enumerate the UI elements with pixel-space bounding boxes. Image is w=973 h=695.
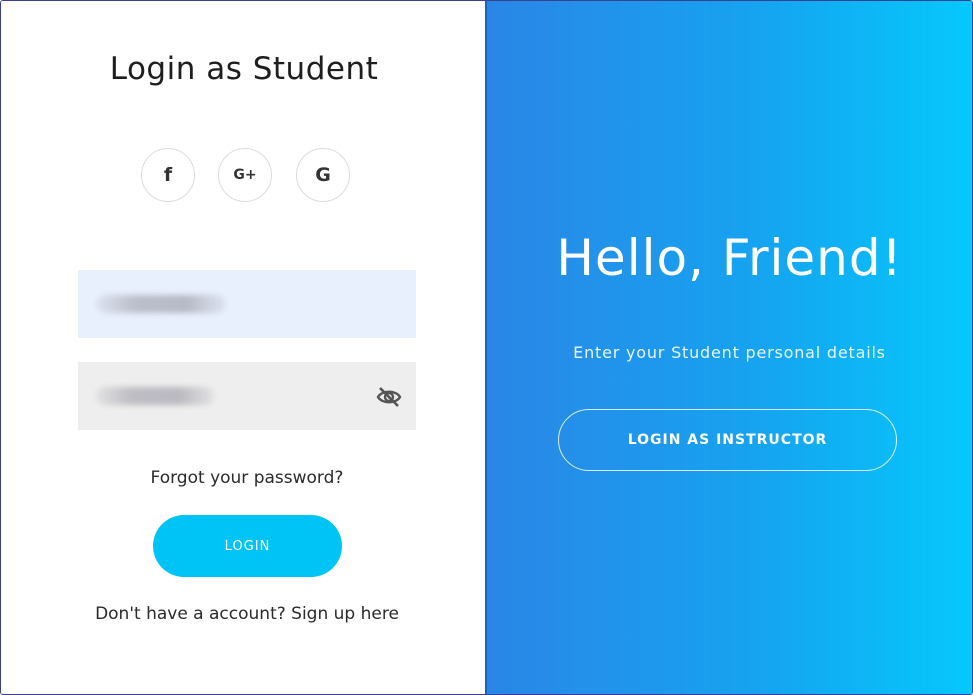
- email-value-redacted: [96, 295, 226, 313]
- login-window: Login as Student f G+ G Forgot your pass…: [0, 0, 973, 695]
- google-login-button[interactable]: G: [296, 148, 350, 202]
- signup-prompt-text: Don't have a account?: [95, 604, 286, 624]
- social-login-row: f G+ G: [141, 148, 361, 206]
- promo-subtitle: Enter your Student personal details: [573, 343, 886, 362]
- signup-prompt: Don't have a account? Sign up here: [1, 604, 493, 624]
- facebook-login-button[interactable]: f: [141, 148, 195, 202]
- login-as-instructor-button[interactable]: LOGIN AS INSTRUCTOR: [558, 409, 897, 471]
- eye-slash-icon[interactable]: [376, 384, 402, 410]
- google-plus-icon: G+: [233, 167, 257, 183]
- google-icon: G: [315, 163, 331, 186]
- page-title: Login as Student: [109, 51, 379, 87]
- email-field[interactable]: [78, 270, 416, 338]
- login-button[interactable]: LOGIN: [153, 515, 342, 577]
- facebook-icon: f: [163, 163, 173, 186]
- google-plus-login-button[interactable]: G+: [218, 148, 272, 202]
- login-panel: Login as Student f G+ G Forgot your pass…: [1, 1, 487, 694]
- forgot-password-link[interactable]: Forgot your password?: [1, 468, 493, 488]
- password-field[interactable]: [78, 362, 416, 430]
- promo-heading: Hello, Friend!: [556, 229, 903, 287]
- signup-link[interactable]: Sign up here: [291, 604, 399, 624]
- promo-panel: Hello, Friend! Enter your Student person…: [487, 1, 972, 694]
- password-value-redacted: [96, 387, 214, 405]
